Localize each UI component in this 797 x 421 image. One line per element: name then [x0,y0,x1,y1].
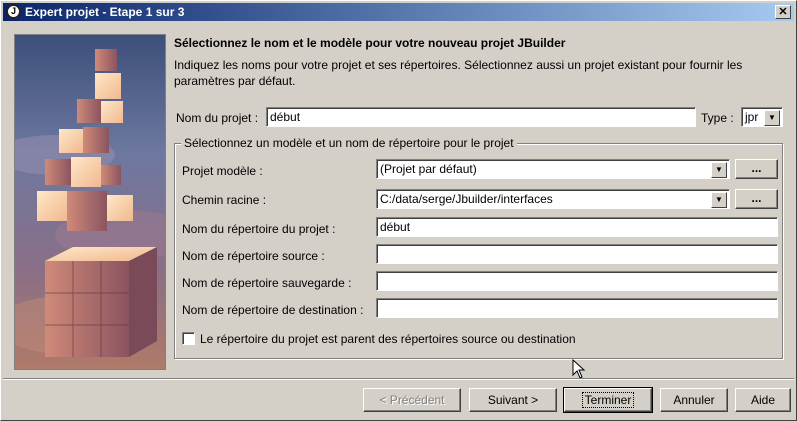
app-icon: J [6,4,21,19]
source-dir-label: Nom de répertoire source : [182,249,325,263]
dest-dir-label: Nom de répertoire de destination : [182,303,364,317]
backup-dir-label: Nom de répertoire sauvegarde : [182,276,352,290]
parent-dir-checkbox-label[interactable]: Le répertoire du projet est parent des r… [200,332,576,346]
wizard-heading: Sélectionnez le nom et le modèle pour vo… [174,36,566,50]
project-name-field[interactable]: début [266,107,696,127]
wizard-description: Indiquez les noms pour votre projet et s… [174,58,743,88]
project-dir-field[interactable]: début [376,217,778,237]
template-browse-button[interactable]: ... [735,159,778,179]
project-dir-value: début [380,220,411,234]
template-select[interactable]: (Projet par défaut) ▼ [376,159,730,179]
help-label: Aide [750,393,776,407]
dest-dir-field[interactable] [376,298,778,318]
parent-dir-checkbox[interactable] [182,332,195,345]
close-button[interactable]: ✕ [775,5,791,19]
template-group-title: Sélectionnez un modèle et un nom de répe… [181,136,517,150]
project-dir-label: Nom du répertoire du projet : [182,222,336,236]
window-title: Expert projet - Etape 1 sur 3 [25,5,185,19]
previous-button[interactable]: < Précédent [363,388,461,412]
next-label: Suivant > [487,393,539,407]
source-dir-field[interactable] [376,244,778,264]
type-value: jpr [745,110,759,124]
root-path-select[interactable]: C:/data/serge/Jbuilder/interfaces ▼ [376,189,730,209]
chevron-down-icon[interactable]: ▼ [711,192,727,208]
finish-label: Terminer [581,392,635,408]
project-name-label: Nom du projet : [176,111,259,125]
root-path-value: C:/data/serge/Jbuilder/interfaces [380,192,553,206]
template-value: (Projet par défaut) [380,162,477,176]
wizard-illustration [14,34,166,370]
browse-label: ... [751,191,762,205]
template-label: Projet modèle : [182,164,263,178]
help-button[interactable]: Aide [735,388,791,412]
chevron-down-icon[interactable]: ▼ [711,162,727,178]
previous-label: < Précédent [379,393,445,407]
backup-dir-field[interactable] [376,271,778,291]
root-path-browse-button[interactable]: ... [735,189,778,209]
project-name-value: début [270,110,301,124]
title-bar[interactable]: J Expert projet - Etape 1 sur 3 ✕ [3,3,794,21]
wizard-window: J Expert projet - Etape 1 sur 3 ✕ Sélect… [0,0,797,421]
cancel-button[interactable]: Annuler [660,388,728,412]
root-path-label: Chemin racine : [182,193,267,207]
type-label: Type : [701,111,734,125]
mouse-cursor-icon [572,359,586,379]
cancel-label: Annuler [673,393,715,407]
button-separator [3,378,794,380]
chevron-down-icon[interactable]: ▼ [764,110,780,126]
cubes-image [15,35,165,369]
next-button[interactable]: Suivant > [469,388,557,412]
type-select[interactable]: jpr ▼ [741,107,783,127]
browse-label: ... [751,161,762,175]
finish-button[interactable]: Terminer [563,387,653,413]
